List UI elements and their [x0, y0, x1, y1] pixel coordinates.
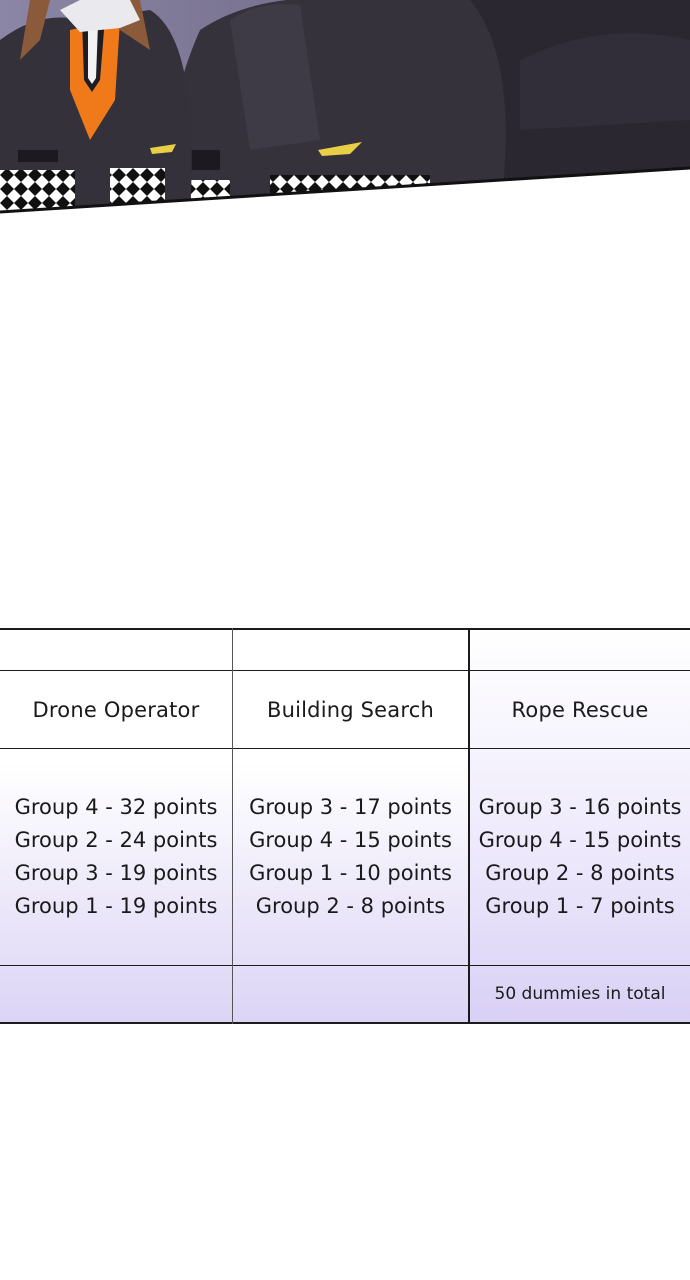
table-top-border	[0, 628, 690, 630]
comic-panel-illustration	[0, 0, 690, 214]
score-entry: Group 2 - 8 points	[485, 861, 675, 885]
drone-operator-note	[0, 966, 232, 1022]
score-entry: Group 3 - 16 points	[478, 795, 682, 819]
table-bottom-border	[0, 1022, 690, 1024]
rope-rescue-scores: Group 3 - 16 points Group 4 - 15 points …	[470, 749, 690, 965]
score-entry: Group 4 - 15 points	[478, 828, 682, 852]
score-entry: Group 2 - 8 points	[255, 894, 446, 918]
header-building-search: Building Search	[266, 697, 434, 722]
score-entry: Group 3 - 19 points	[14, 861, 218, 885]
score-entry: Group 1 - 19 points	[14, 894, 218, 918]
score-entry: Group 1 - 7 points	[485, 894, 675, 918]
drone-operator-scores: Group 4 - 32 points Group 2 - 24 points …	[0, 749, 232, 965]
building-search-note	[233, 966, 468, 1022]
score-entry: Group 1 - 10 points	[249, 861, 452, 885]
rope-rescue-note: 50 dummies in total	[494, 984, 666, 1004]
score-entry: Group 3 - 17 points	[249, 795, 452, 819]
header-drone-operator: Drone Operator	[32, 697, 200, 722]
score-entry: Group 2 - 24 points	[14, 828, 218, 852]
building-search-scores: Group 3 - 17 points Group 4 - 15 points …	[233, 749, 468, 965]
points-table: Drone Operator Building Search Rope Resc…	[0, 628, 690, 1024]
score-entry: Group 4 - 32 points	[14, 795, 218, 819]
score-entry: Group 4 - 15 points	[249, 828, 452, 852]
header-rope-rescue: Rope Rescue	[511, 697, 649, 722]
